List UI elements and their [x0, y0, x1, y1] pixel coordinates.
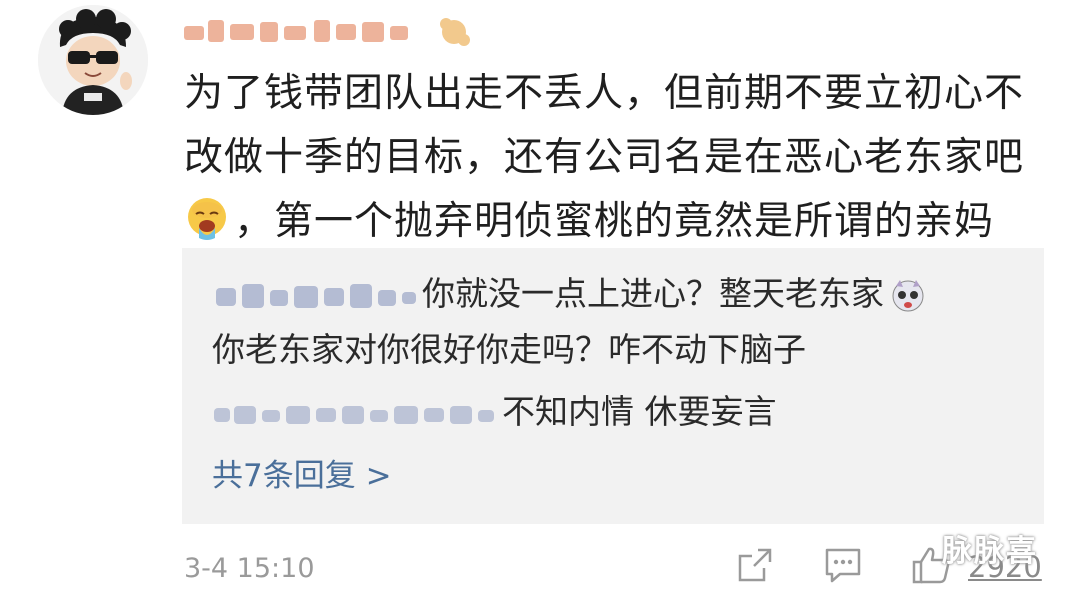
reply-1-text-a: 你就没一点上进心？整天老东家	[422, 274, 884, 313]
reply-1-continuation: 你老东家对你很好你走吗？咋不动下脑子	[212, 330, 806, 369]
watermark-text: 脉脉喜	[942, 534, 1038, 569]
cat-emoji-icon	[892, 279, 924, 311]
reply-item-2[interactable]: 不知内情 休要妄言	[212, 392, 777, 432]
reply-2-text: 不知内情 休要妄言	[502, 392, 777, 431]
comment-timestamp: 3-4 15:10	[184, 553, 315, 584]
replies-panel[interactable]: 你就没一点上进心？整天老东家 你老东家对你很好你走吗？咋不动下脑子 不知内情 休…	[182, 248, 1044, 524]
reply-username-blurred	[216, 283, 416, 308]
reply-username-blurred	[214, 405, 494, 424]
comment-line-3-wrap: ，第一个抛弃明侦蜜桃的竟然是所谓的亲妈	[184, 190, 1044, 254]
comment-icon[interactable]	[822, 544, 864, 586]
vomit-emoji-icon	[188, 198, 226, 240]
reply-item-1[interactable]: 你就没一点上进心？整天老东家	[212, 274, 928, 314]
user-avatar[interactable]	[38, 5, 148, 115]
share-icon[interactable]	[734, 544, 776, 586]
more-replies-link[interactable]: 共7条回复 >	[212, 456, 392, 496]
comment-text: 为了钱带团队出走不丢人，但前期不要立初心不 改做十季的目标，还有公司名是在恶心老…	[184, 62, 1044, 254]
username-blurred[interactable]	[184, 14, 484, 48]
comment-line-2: 改做十季的目标，还有公司名是在恶心老东家吧	[184, 135, 1025, 180]
comment-line-1: 为了钱带团队出走不丢人，但前期不要立初心不	[184, 71, 1025, 116]
comment-line-3: ，第一个抛弃明侦蜜桃的竟然是所谓的亲妈	[234, 199, 995, 244]
